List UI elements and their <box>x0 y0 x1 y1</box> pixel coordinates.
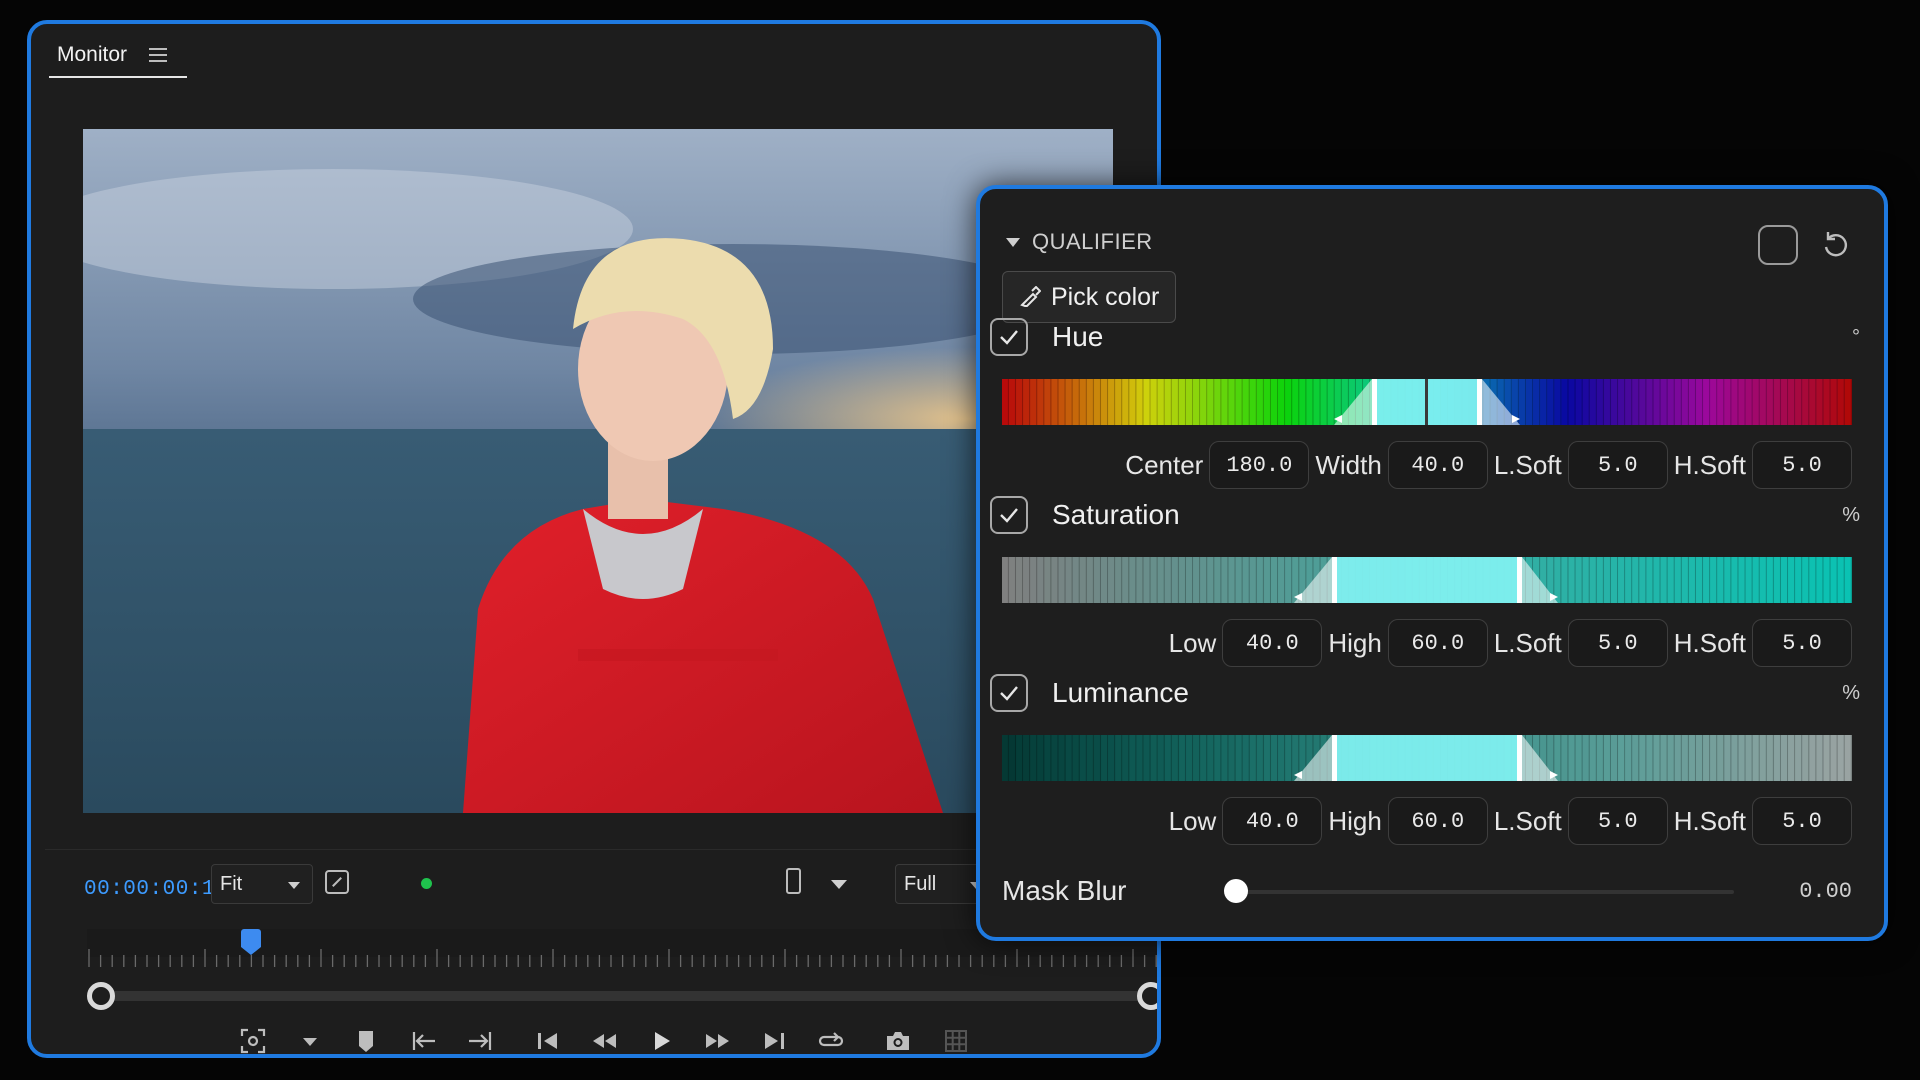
marker-icon[interactable] <box>349 1024 383 1054</box>
hue-gradient <box>1002 379 1852 425</box>
mask-blur-slider-handle[interactable] <box>1224 879 1248 903</box>
transport-controls <box>31 1020 1157 1054</box>
mask-blur-value[interactable]: 0.00 <box>1799 879 1852 904</box>
chevron-down-icon <box>288 882 300 889</box>
saturation-params: Low 40.0 High 60.0 L.Soft 5.0 H.Soft 5.0 <box>1002 617 1852 669</box>
play-icon[interactable] <box>644 1024 678 1054</box>
hue-hsoft-field[interactable]: 5.0 <box>1752 441 1852 489</box>
zoom-value: Fit <box>220 873 243 895</box>
luminance-low-field[interactable]: 40.0 <box>1222 797 1323 845</box>
hue-lsoft-field[interactable]: 5.0 <box>1567 441 1668 489</box>
camera-icon[interactable] <box>881 1024 915 1054</box>
go-to-in-icon[interactable] <box>407 1024 441 1054</box>
video-image <box>83 129 1113 813</box>
luminance-low-label: Low <box>1168 805 1217 836</box>
hue-label: Hue <box>1052 321 1104 352</box>
luminance-range-bar[interactable] <box>1002 735 1852 781</box>
focus-icon[interactable] <box>236 1024 270 1054</box>
saturation-range-bar[interactable] <box>1002 557 1852 603</box>
saturation-checkbox[interactable] <box>990 496 1028 534</box>
hue-section-header: Hue ° <box>990 317 1874 357</box>
step-forward-icon[interactable] <box>757 1024 791 1054</box>
scrollbar-track <box>99 991 1149 1001</box>
hue-lsoft-label: L.Soft <box>1493 449 1562 480</box>
saturation-label: Saturation <box>1052 499 1180 530</box>
luminance-hsoft-label: H.Soft <box>1673 805 1746 836</box>
grid-icon[interactable] <box>939 1024 973 1054</box>
rewind-icon[interactable] <box>587 1024 621 1054</box>
luminance-params: Low 40.0 High 60.0 L.Soft 5.0 H.Soft 5.0 <box>1002 795 1852 847</box>
hue-center-label: Center <box>1125 449 1204 480</box>
luminance-lsoft-label: L.Soft <box>1493 805 1562 836</box>
saturation-high-field[interactable]: 60.0 <box>1387 619 1488 667</box>
eyedropper-icon <box>1020 286 1041 307</box>
hue-unit: ° <box>1852 325 1860 348</box>
checkmark-icon <box>1000 330 1018 345</box>
zoom-scrollbar[interactable] <box>85 982 1157 1010</box>
luminance-gradient <box>1002 735 1852 781</box>
hue-params: Center 180.0 Width 40.0 L.Soft 5.0 H.Sof… <box>1002 439 1852 491</box>
device-icon[interactable] <box>786 868 801 894</box>
chevron-down-icon[interactable] <box>831 880 847 889</box>
checkmark-icon <box>1000 508 1018 523</box>
saturation-lsoft-label: L.Soft <box>1493 627 1562 658</box>
hue-width-label: Width <box>1315 449 1382 480</box>
video-frame <box>83 129 1113 813</box>
step-back-icon[interactable] <box>531 1024 565 1054</box>
saturation-unit: % <box>1842 503 1860 526</box>
mask-blur-label: Mask Blur <box>1002 875 1127 906</box>
pick-color-button[interactable]: Pick color <box>1002 271 1176 323</box>
saturation-lsoft-field[interactable]: 5.0 <box>1567 619 1668 667</box>
hue-range-bar[interactable] <box>1002 379 1852 425</box>
go-to-out-icon[interactable] <box>463 1024 497 1054</box>
collapse-triangle-icon[interactable] <box>1006 237 1020 247</box>
tab-monitor[interactable]: Monitor <box>49 34 187 78</box>
saturation-gradient <box>1002 557 1852 603</box>
hue-hsoft-label: H.Soft <box>1673 449 1746 480</box>
fast-forward-icon[interactable] <box>701 1024 735 1054</box>
safe-margins-icon[interactable] <box>325 870 349 894</box>
qualifier-panel: QUALIFIER Pick color Hue ° Center 180.0 … <box>976 185 1888 941</box>
luminance-hsoft-field[interactable]: 5.0 <box>1752 797 1852 845</box>
saturation-hsoft-label: H.Soft <box>1673 627 1746 658</box>
luminance-high-label: High <box>1328 805 1382 836</box>
timecode[interactable]: 00:00:00:18 <box>84 878 228 901</box>
loop-icon[interactable] <box>814 1024 848 1054</box>
zoom-dropdown[interactable]: Fit <box>211 864 313 904</box>
scrollbar-left-handle[interactable] <box>87 982 115 1010</box>
saturation-section-header: Saturation % <box>990 495 1874 535</box>
luminance-high-field[interactable]: 60.0 <box>1387 797 1488 845</box>
hamburger-menu-icon[interactable] <box>149 48 168 62</box>
saturation-low-field[interactable]: 40.0 <box>1222 619 1323 667</box>
resolution-value: Full <box>904 873 937 895</box>
luminance-checkbox[interactable] <box>990 674 1028 712</box>
hue-checkbox[interactable] <box>990 318 1028 356</box>
playhead[interactable] <box>241 929 261 955</box>
hue-center-field[interactable]: 180.0 <box>1209 441 1310 489</box>
saturation-hsoft-field[interactable]: 5.0 <box>1752 619 1852 667</box>
saturation-low-label: Low <box>1168 627 1217 658</box>
checkmark-icon <box>1000 686 1018 701</box>
pick-color-label: Pick color <box>1051 282 1160 311</box>
monitor-title: Monitor <box>57 43 128 66</box>
mask-blur-row: Mask Blur 0.00 <box>1002 871 1852 911</box>
status-dot-icon <box>421 878 432 889</box>
qualifier-title: QUALIFIER <box>1032 229 1153 254</box>
mask-blur-slider-track[interactable] <box>1234 890 1734 894</box>
scrollbar-right-handle[interactable] <box>1137 982 1157 1010</box>
enable-toggle[interactable] <box>1758 225 1798 265</box>
luminance-lsoft-field[interactable]: 5.0 <box>1567 797 1668 845</box>
qualifier-header[interactable]: QUALIFIER <box>1006 229 1153 255</box>
luminance-section-header: Luminance % <box>990 673 1874 713</box>
chevron-down-icon[interactable] <box>293 1024 327 1054</box>
luminance-label: Luminance <box>1052 677 1189 708</box>
luminance-unit: % <box>1842 681 1860 704</box>
saturation-high-label: High <box>1328 627 1382 658</box>
reset-icon[interactable] <box>1818 227 1854 263</box>
hue-width-field[interactable]: 40.0 <box>1387 441 1488 489</box>
